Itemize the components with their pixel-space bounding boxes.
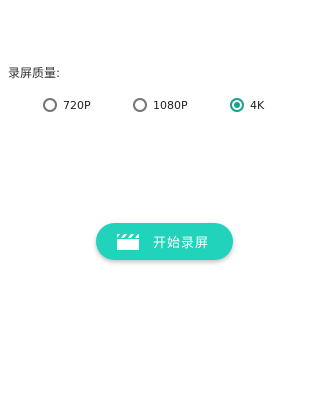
quality-radio-group: 720P 1080P 4K xyxy=(0,96,320,114)
clapperboard-icon xyxy=(117,233,139,250)
start-recording-button[interactable]: 开始录屏 xyxy=(96,223,233,260)
start-recording-label: 开始录屏 xyxy=(153,236,210,251)
radio-checked-icon[interactable] xyxy=(230,98,244,112)
quality-label: 录屏质量: xyxy=(8,66,61,80)
radio-label-720p: 720P xyxy=(63,98,91,112)
radio-label-4k: 4K xyxy=(250,98,265,112)
radio-option-720p[interactable]: 720P xyxy=(43,96,91,114)
radio-unchecked-icon[interactable] xyxy=(43,98,57,112)
radio-option-1080p[interactable]: 1080P xyxy=(133,96,188,114)
radio-unchecked-icon[interactable] xyxy=(133,98,147,112)
radio-option-4k[interactable]: 4K xyxy=(230,96,264,114)
radio-label-1080p: 1080P xyxy=(153,98,188,112)
